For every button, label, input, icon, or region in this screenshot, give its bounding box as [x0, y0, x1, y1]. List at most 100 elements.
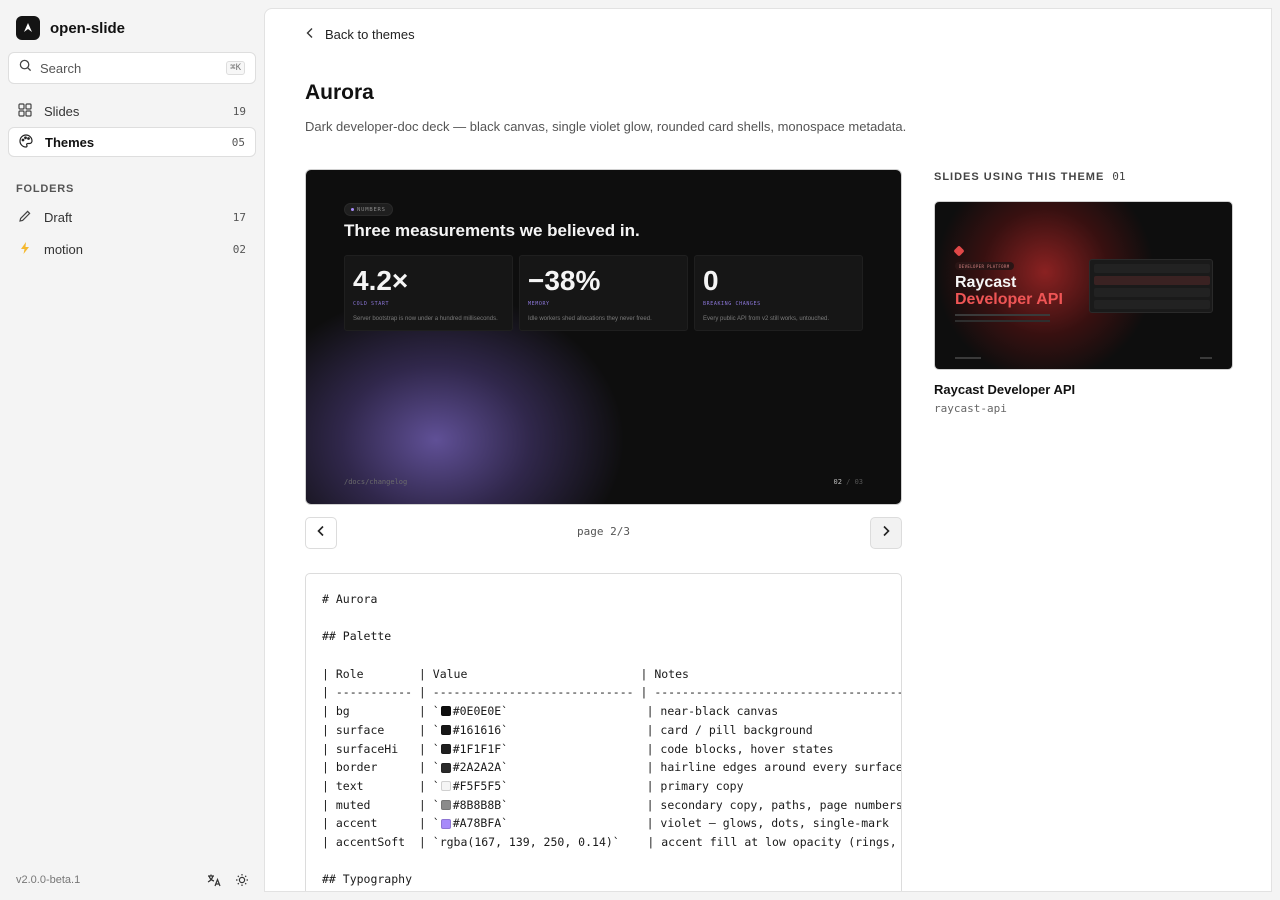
version-label: v2.0.0-beta.1 [16, 874, 81, 886]
sidebar: open-slide Search ⌘K Slides 19 Themes 05… [0, 0, 264, 900]
code-text: | muted | ` [322, 797, 440, 812]
thumbnail-panel-row [1094, 300, 1210, 309]
code-text: #1F1F1F` | code blocks, hover states [452, 741, 834, 756]
color-swatch [440, 743, 451, 754]
slide-heading: Three measurements we believed in. [344, 221, 640, 240]
sidebar-item-count: 02 [232, 242, 246, 256]
metric-description: Idle workers shed allocations they never… [528, 316, 652, 322]
thumbnail-description [955, 314, 1050, 322]
slides-using-theme-heading: SLIDES USING THIS THEME 01 [934, 170, 1126, 183]
code-text: #F5F5F5` | primary copy [452, 778, 744, 793]
metric-value: −38% [528, 265, 601, 296]
palette-icon [19, 133, 33, 151]
metric-card: −38% MEMORY Idle workers shed allocation… [519, 255, 688, 331]
sidebar-item-count: 05 [231, 135, 245, 149]
thumbnail-page [1200, 357, 1212, 359]
code-line: ## Palette [322, 629, 392, 644]
sidebar-item-label: Slides [44, 103, 80, 119]
code-line: | border | ` #2A2A2A` | hairline edges ar… [322, 758, 902, 777]
code-text: #2A2A2A` | hairline edges around every s… [452, 760, 902, 775]
slide-pill-label: NUMBERS [357, 206, 386, 213]
code-text: #A78BFA` | violet — glows, dots, single-… [452, 816, 889, 831]
code-text: | accent | ` [322, 816, 440, 831]
page-title: Aurora [305, 81, 374, 104]
grid-icon [18, 102, 32, 120]
code-text: | surface | ` [322, 722, 440, 737]
thumbnail-title-line2: Developer API [955, 291, 1063, 308]
slide-thumbnail[interactable]: DEVELOPER PLATFORM Raycast Developer API [934, 201, 1233, 370]
slide-card-title[interactable]: Raycast Developer API [934, 382, 1075, 397]
back-to-themes-link[interactable]: Back to themes [305, 27, 415, 42]
thumbnail-panel [1089, 259, 1213, 313]
sidebar-item-slides[interactable]: Slides 19 [8, 96, 256, 126]
color-swatch [440, 818, 451, 829]
metric-label: BREAKING CHANGES [703, 301, 761, 307]
brand[interactable]: open-slide [16, 16, 125, 40]
code-line: | surfaceHi | ` #1F1F1F` | code blocks, h… [322, 740, 901, 759]
translate-icon[interactable] [206, 872, 222, 888]
code-text: | border | ` [322, 760, 440, 775]
accent-dot-icon [351, 208, 354, 211]
code-lines: # Aurora ## Palette | Role | Value | Not… [322, 590, 902, 889]
sidebar-item-label: Draft [44, 209, 73, 225]
folders-heading: FOLDERS [16, 183, 75, 195]
code-text: #161616` | card / pill background [452, 722, 813, 737]
sidebar-item-label: motion [44, 241, 84, 257]
next-page-button[interactable] [870, 517, 902, 549]
metric-description: Server bootstrap is now under a hundred … [353, 316, 498, 322]
metric-label: COLD START [353, 301, 390, 307]
sidebar-item-count: 19 [232, 104, 246, 118]
code-text: #8B8B8B` | secondary copy, paths, page n… [452, 797, 902, 812]
code-line: | Role | Value | Notes [322, 666, 689, 681]
sidebar-item-motion[interactable]: motion 02 [8, 234, 256, 264]
sidebar-item-draft[interactable]: Draft 17 [8, 202, 256, 232]
sidebar-item-count: 17 [232, 210, 246, 224]
metric-description: Every public API from v2 still works, un… [703, 316, 830, 322]
thumbnail-pill: DEVELOPER PLATFORM [955, 262, 1014, 270]
thumbnail-title-line1: Raycast [955, 274, 1017, 291]
code-line: | accentSoft | `rgba(167, 139, 250, 0.14… [322, 834, 902, 849]
slide-path: /docs/changelog [344, 478, 408, 486]
color-swatch [440, 725, 451, 736]
thumbnail-panel-row [1094, 276, 1210, 285]
search-placeholder: Search [40, 60, 82, 76]
thumbnail-panel-row [1094, 264, 1210, 273]
thumbnail-panel-row [1094, 288, 1210, 297]
code-text: #0E0E0E` | near-black canvas [452, 704, 779, 719]
page-subtitle: Dark developer-doc deck — black canvas, … [305, 119, 907, 134]
search-icon [19, 59, 32, 77]
theme-source-code[interactable]: # Aurora ## Palette | Role | Value | Not… [305, 573, 902, 891]
color-swatch [440, 706, 451, 717]
code-text: | text | ` [322, 778, 440, 793]
metric-label: MEMORY [528, 301, 550, 307]
chevron-left-icon [305, 27, 315, 42]
slide-page-number: 02 / 03 [833, 478, 863, 486]
search-input[interactable]: Search ⌘K [8, 52, 256, 84]
code-line: | ----------- | ------------------------… [322, 685, 902, 700]
theme-toggle-icon[interactable] [234, 872, 250, 888]
code-line: # Aurora [322, 592, 378, 606]
code-text: | surfaceHi | ` [322, 741, 440, 756]
chevron-right-icon [881, 524, 891, 542]
main-panel: Back to themes Aurora Dark developer-doc… [264, 8, 1272, 892]
code-line: ## Typography [322, 872, 413, 887]
code-line: | accent | ` #A78BFA` | violet — glows, d… [322, 814, 901, 833]
slide-card-slug: raycast-api [934, 402, 1007, 415]
app-logo-icon [16, 16, 40, 40]
code-line: | bg | ` #0E0E0E` | near-black canvas [322, 702, 901, 721]
code-text: | bg | ` [322, 704, 440, 719]
search-shortcut: ⌘K [226, 61, 245, 75]
color-swatch [440, 781, 451, 792]
sidebar-item-themes[interactable]: Themes 05 [8, 127, 256, 157]
metric-card: 0 BREAKING CHANGES Every public API from… [694, 255, 863, 331]
pencil-icon [18, 209, 32, 226]
code-line: | text | ` #F5F5F5` | primary copy [322, 777, 901, 796]
code-line: | muted | ` #8B8B8B` | secondary copy, pa… [322, 796, 902, 815]
section-count: 01 [1112, 170, 1126, 183]
thumbnail-footer [955, 357, 981, 359]
code-line: | surface | ` #161616` | card / pill back… [322, 721, 901, 740]
slide-page-total: / 03 [846, 478, 863, 486]
